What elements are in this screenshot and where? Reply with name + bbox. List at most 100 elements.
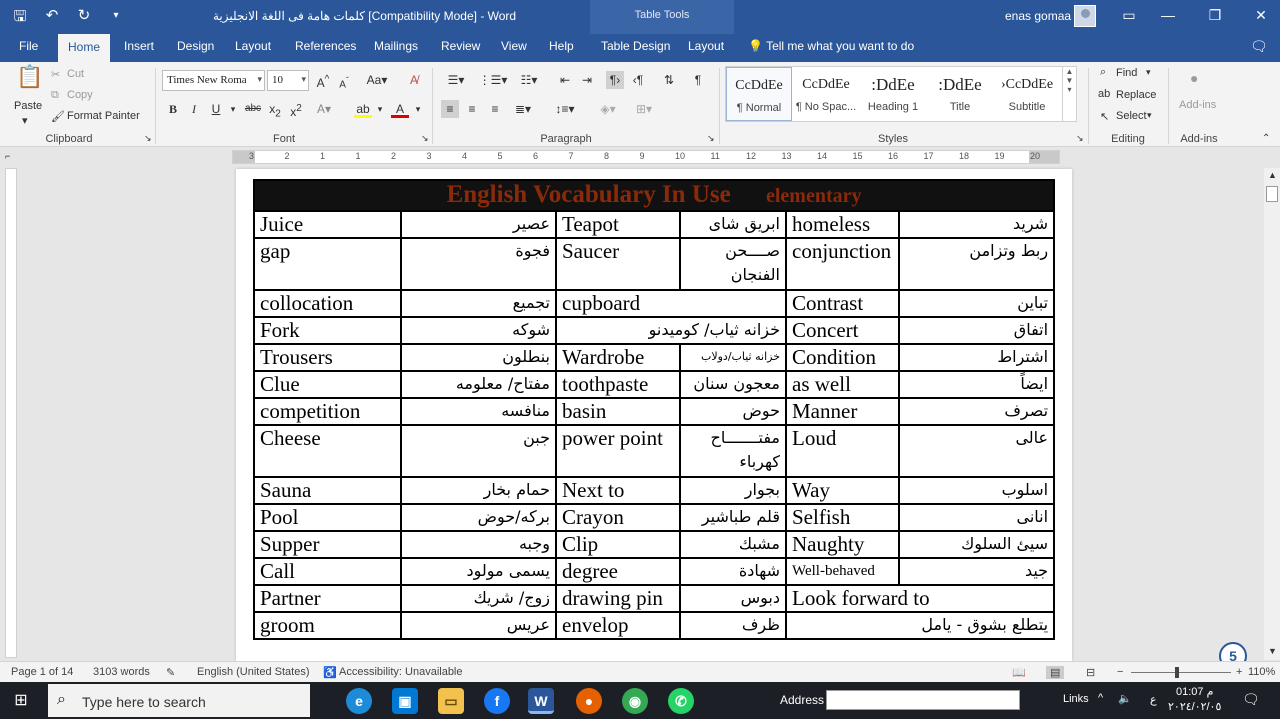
change-case-icon[interactable]: Aa▾ (364, 71, 390, 89)
line-spacing-icon[interactable]: ↕≡▾ (551, 100, 579, 118)
arabic-translation-cell[interactable]: ربط وتزامن (897, 237, 1056, 291)
english-word-cell[interactable]: Cheese (253, 424, 402, 478)
arabic-translation-cell[interactable]: وجبه (400, 530, 557, 559)
styles-scroll[interactable]: ▲ ▼ ▾ (1062, 67, 1076, 121)
tab-table-design[interactable]: Table Design (598, 39, 673, 53)
english-word-cell[interactable]: groom (253, 611, 402, 640)
tab-design[interactable]: Design (174, 39, 217, 53)
english-word-cell[interactable]: Teapot (555, 210, 681, 239)
zoom-slider-thumb[interactable] (1175, 667, 1179, 678)
superscript-icon[interactable]: x2 (287, 100, 305, 119)
clear-formatting-icon[interactable]: A̸ (405, 71, 423, 89)
english-word-cell[interactable]: Call (253, 557, 402, 586)
format-painter-icon[interactable]: 🖌 (51, 110, 65, 123)
tab-file[interactable]: File (16, 39, 41, 53)
find-button[interactable]: Find (1116, 67, 1137, 79)
firefox-icon[interactable]: ● (576, 688, 602, 714)
arabic-translation-cell[interactable]: سيئ السلوك (897, 530, 1056, 559)
arabic-translation-cell[interactable]: ظرف (679, 611, 787, 640)
style-no-spacing[interactable]: CcDdEe ¶ No Spac... (793, 67, 859, 121)
windows-start-icon[interactable]: ⊞ (8, 688, 34, 714)
justify-icon[interactable]: ≣▾ (509, 100, 537, 118)
arabic-translation-cell[interactable]: تباين (897, 289, 1056, 318)
english-word-cell[interactable]: Next to (555, 476, 681, 505)
show-hidden-icons-icon[interactable]: ^ (1098, 692, 1103, 704)
bold-icon[interactable]: B (164, 100, 182, 118)
paste-button[interactable]: Paste (14, 100, 42, 112)
english-word-cell[interactable]: Condition (785, 343, 900, 372)
arabic-translation-cell[interactable]: تصرف (897, 397, 1056, 426)
arabic-translation-cell[interactable]: حمام بخار (400, 476, 557, 505)
font-color-dropdown-icon[interactable]: ▾ (409, 100, 427, 118)
links-toolbar[interactable]: Links (1063, 693, 1089, 705)
tab-view[interactable]: View (498, 39, 530, 53)
tab-table-layout[interactable]: Layout (685, 39, 727, 53)
notifications-icon[interactable]: 🗨 (1242, 691, 1260, 708)
english-word-cell[interactable]: Trousers (253, 343, 402, 372)
save-icon[interactable]: 🖫 (10, 6, 30, 31)
web-layout-icon[interactable]: ⊟ (1086, 666, 1095, 679)
arabic-translation-cell[interactable]: مفتـــــــاح كهرباء (679, 424, 787, 478)
english-word-cell[interactable]: Crayon (555, 503, 681, 532)
arabic-translation-cell[interactable]: معجون سنان (679, 370, 787, 399)
close-icon[interactable]: ✕ (1251, 7, 1271, 24)
arabic-translation-cell[interactable]: مشبك (679, 530, 787, 559)
replace-icon[interactable]: ab (1098, 88, 1110, 100)
page-count[interactable]: Page 1 of 14 (11, 666, 73, 678)
english-word-cell[interactable]: cupboard (555, 289, 787, 318)
align-left-icon[interactable]: ≡ (441, 100, 459, 118)
scroll-down-icon[interactable]: ▼ (1268, 646, 1277, 656)
rtl-icon[interactable]: ‹¶ (629, 71, 647, 89)
accessibility-status[interactable]: Accessibility: Unavailable (339, 666, 463, 678)
english-word-cell[interactable]: homeless (785, 210, 900, 239)
minimize-icon[interactable]: — (1158, 7, 1178, 23)
english-word-cell[interactable]: envelop (555, 611, 681, 640)
style-heading-1[interactable]: :DdEe Heading 1 (860, 67, 926, 121)
collapse-ribbon-icon[interactable]: ⌃ (1262, 133, 1270, 144)
english-word-cell[interactable]: Manner (785, 397, 900, 426)
arabic-translation-cell[interactable]: خزانه ثياب/دولاب (679, 343, 787, 372)
word-icon[interactable]: W (528, 688, 554, 714)
arabic-translation-cell[interactable]: ايضاً (897, 370, 1056, 399)
english-word-cell[interactable]: conjunction (785, 237, 900, 291)
tab-selector-icon[interactable]: ⌐ (5, 151, 10, 161)
arabic-translation-cell[interactable]: انانى (897, 503, 1056, 532)
english-word-cell[interactable]: Pool (253, 503, 402, 532)
find-dropdown-icon[interactable]: ▾ (1146, 67, 1151, 78)
customize-icon[interactable]: ▾ (106, 6, 126, 31)
tab-layout[interactable]: Layout (232, 39, 274, 53)
english-word-cell[interactable]: Contrast (785, 289, 900, 318)
arabic-translation-cell[interactable]: بركه/حوض (400, 503, 557, 532)
arabic-translation-cell[interactable]: بنطلون (400, 343, 557, 372)
edge-icon[interactable]: e (346, 688, 372, 714)
avatar[interactable] (1074, 5, 1096, 27)
english-word-cell[interactable]: Juice (253, 210, 402, 239)
tell-me-search[interactable]: 💡 Tell me what you want to do (748, 39, 914, 53)
arabic-translation-cell[interactable]: مفتاح/ معلومه (400, 370, 557, 399)
underline-dropdown-icon[interactable]: ▾ (224, 100, 242, 118)
language-status[interactable]: English (United States) (197, 666, 310, 678)
subscript-icon[interactable]: x2 (266, 100, 284, 119)
arabic-translation-cell[interactable]: قلم طباشير (679, 503, 787, 532)
english-word-cell[interactable]: Well-behaved (785, 557, 900, 586)
arabic-translation-cell[interactable]: جيد (897, 557, 1056, 586)
decrease-indent-icon[interactable]: ⇤ (556, 71, 574, 89)
english-word-cell[interactable]: Supper (253, 530, 402, 559)
scroll-up-icon[interactable]: ▲ (1268, 170, 1277, 180)
tab-mailings[interactable]: Mailings (371, 39, 421, 53)
style-normal[interactable]: CcDdEe ¶ Normal (726, 67, 792, 121)
english-word-cell[interactable]: drawing pin (555, 584, 681, 613)
file-explorer-icon[interactable]: ▭ (438, 688, 464, 714)
english-word-cell[interactable]: gap (253, 237, 402, 291)
align-right-icon[interactable]: ≡ (486, 100, 504, 118)
english-word-cell[interactable]: Loud (785, 424, 900, 478)
english-word-cell[interactable]: competition (253, 397, 402, 426)
text-effects-icon[interactable]: A▾ (315, 100, 333, 118)
cut-icon[interactable]: ✂ (51, 68, 60, 81)
tab-insert[interactable]: Insert (121, 39, 157, 53)
arabic-translation-cell[interactable]: اتفاق (897, 316, 1056, 345)
font-name-combo[interactable]: Times New Roma (162, 70, 265, 91)
volume-icon[interactable]: 🔈 (1118, 692, 1132, 705)
select-dropdown-icon[interactable]: ▾ (1147, 110, 1152, 121)
shrink-font-icon[interactable]: Aˇ (335, 71, 353, 90)
